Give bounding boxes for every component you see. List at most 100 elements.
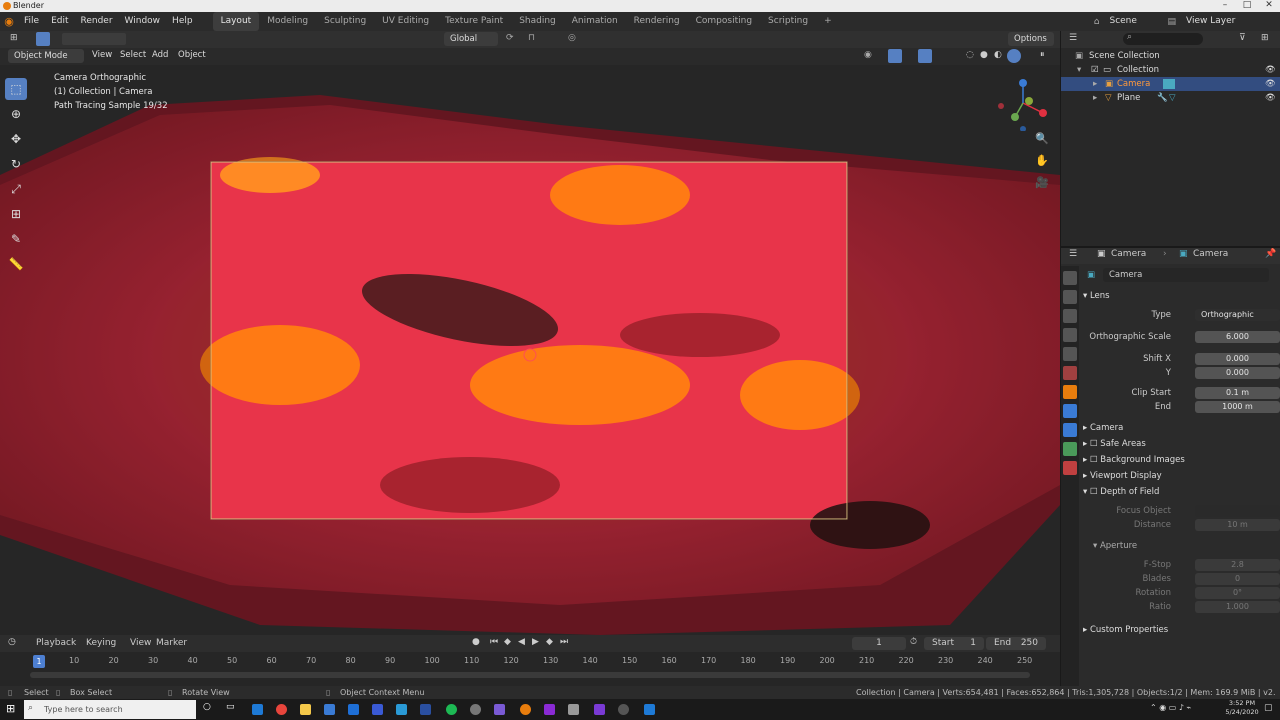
properties-editor-icon[interactable]: ☰ — [1069, 249, 1077, 259]
pin-icon[interactable]: 📌 — [1265, 249, 1276, 259]
material-shading-icon[interactable]: ◐ — [994, 50, 1002, 60]
pause-render-icon[interactable]: ⏸ — [1040, 50, 1045, 60]
view-layer-icon[interactable]: ▤ — [1167, 17, 1176, 27]
file-explorer-icon[interactable] — [300, 704, 311, 715]
menu-view[interactable]: View — [92, 50, 112, 60]
app-icon[interactable] — [594, 704, 605, 715]
tab-sculpting[interactable]: Sculpting — [316, 12, 374, 31]
solid-shading-icon[interactable]: ● — [980, 50, 988, 60]
tab-modeling[interactable]: Modeling — [259, 12, 316, 31]
current-frame-field[interactable]: 1 — [852, 637, 906, 650]
clip-end-field[interactable]: 1000 m — [1195, 401, 1280, 413]
edge-icon[interactable] — [252, 704, 263, 715]
outliner-row-scene-collection[interactable]: ▣ Scene Collection — [1061, 49, 1280, 63]
tab-rendering[interactable]: Rendering — [626, 12, 688, 31]
checkbox-icon[interactable]: ☐ — [1090, 439, 1100, 449]
object-data-tab-icon[interactable] — [1063, 442, 1077, 456]
rotation-field[interactable]: 0° — [1195, 587, 1280, 599]
menu-marker[interactable]: Marker — [156, 638, 187, 648]
blender-menu-icon[interactable]: ◉ — [0, 15, 18, 28]
play-icon[interactable]: ▶ — [532, 637, 539, 647]
store-icon[interactable] — [324, 704, 335, 715]
rotate-tool-icon[interactable]: ↻ — [5, 153, 27, 175]
cursor-tool-icon[interactable]: ⊕ — [5, 103, 27, 125]
view-layer-tab-icon[interactable] — [1063, 328, 1077, 342]
chrome-icon[interactable] — [276, 704, 287, 715]
eye-icon[interactable]: 👁 — [1265, 63, 1276, 77]
ortho-scale-field[interactable]: 6.000 — [1195, 331, 1280, 343]
gizmo-x-icon[interactable] — [1039, 109, 1047, 117]
expand-chevron-icon[interactable]: ▸ — [1093, 91, 1097, 105]
camera-section-header[interactable]: ▸ Camera — [1083, 420, 1279, 436]
scene-tab-icon[interactable] — [1063, 347, 1077, 361]
output-tab-icon[interactable] — [1063, 309, 1077, 323]
maximize-button[interactable]: □ — [1236, 0, 1258, 12]
playhead[interactable]: 1 — [33, 655, 45, 668]
datablock-row[interactable]: ▣ Camera — [1083, 268, 1279, 284]
jump-start-icon[interactable]: ⏮ — [490, 637, 498, 647]
select-box-tool-icon[interactable]: ⬚ — [5, 78, 27, 100]
next-keyframe-icon[interactable]: ◆ — [546, 637, 553, 647]
physics-tab-icon[interactable] — [1063, 423, 1077, 437]
eye-icon[interactable]: 👁 — [1265, 77, 1276, 91]
taskbar-search-input[interactable]: Type here to search — [24, 700, 196, 719]
fstop-field[interactable]: 2.8 — [1195, 559, 1280, 571]
menu-object[interactable]: Object — [178, 50, 206, 60]
tab-scripting[interactable]: Scripting — [760, 12, 816, 31]
expand-chevron-icon[interactable]: ▾ — [1077, 63, 1081, 77]
visibility-icon[interactable]: ◉ — [864, 50, 872, 60]
gizmo-neg-y-icon[interactable] — [1025, 97, 1033, 105]
move-tool-icon[interactable]: ✥ — [5, 128, 27, 150]
timeline-scrollbar[interactable] — [30, 672, 1030, 678]
gizmo-y-icon[interactable] — [1011, 113, 1019, 121]
aperture-section-header[interactable]: ▾ Aperture — [1083, 538, 1279, 554]
checkbox-icon[interactable]: ☐ — [1090, 487, 1100, 497]
tab-texture-paint[interactable]: Texture Paint — [437, 12, 511, 31]
measure-tool-icon[interactable]: 📏 — [5, 253, 27, 275]
transform-tool-icon[interactable]: ⊞ — [5, 203, 27, 225]
blades-field[interactable]: 0 — [1195, 573, 1280, 585]
focus-object-field[interactable] — [1195, 505, 1280, 517]
tab-animation[interactable]: Animation — [564, 12, 626, 31]
select-mode-group[interactable] — [62, 33, 126, 45]
app-icon[interactable] — [568, 704, 579, 715]
wireframe-shading-icon[interactable]: ◌ — [966, 50, 974, 60]
ratio-field[interactable]: 1.000 — [1195, 601, 1280, 613]
tab-uv-editing[interactable]: UV Editing — [374, 12, 437, 31]
outliner-row-collection[interactable]: ▾ ☑ ▭ Collection 👁 — [1061, 63, 1280, 77]
gizmo-neg-x-icon[interactable] — [998, 103, 1004, 109]
gizmo-z-icon[interactable] — [1019, 79, 1027, 87]
type-dropdown[interactable]: Orthographic — [1195, 309, 1280, 321]
tool-tab-icon[interactable] — [1063, 271, 1077, 285]
notification-icon[interactable]: ▢ — [1264, 703, 1273, 713]
menu-help[interactable]: Help — [166, 12, 199, 31]
checkbox-icon[interactable]: ☑ — [1091, 63, 1099, 77]
stopwatch-icon[interactable]: ⏱ — [910, 637, 917, 647]
expand-chevron-icon[interactable]: ▸ — [1093, 77, 1097, 91]
scene-icon[interactable]: ⌂ — [1094, 17, 1100, 27]
depth-of-field-section-header[interactable]: ▾ ☐ Depth of Field — [1083, 484, 1279, 500]
editor-type-icon[interactable]: ⊞ — [10, 33, 18, 43]
outliner-row-plane[interactable]: ▸ ▽ Plane 🔧 ▽ 👁 — [1061, 91, 1280, 105]
prev-keyframe-icon[interactable]: ◆ — [504, 637, 511, 647]
checkbox-icon[interactable]: ☐ — [1090, 455, 1100, 465]
pivot-point-icon[interactable]: ⟳ — [506, 33, 514, 43]
menu-file[interactable]: File — [18, 12, 45, 31]
menu-playback[interactable]: Playback — [36, 638, 76, 648]
add-workspace-button[interactable]: + — [816, 12, 840, 31]
outliner-search-input[interactable] — [1123, 33, 1203, 45]
transform-orientation-dropdown[interactable]: Global — [444, 32, 498, 46]
menu-edit[interactable]: Edit — [45, 12, 74, 31]
app-icon[interactable] — [544, 704, 555, 715]
app-icon[interactable] — [618, 704, 629, 715]
end-frame-field[interactable]: End 250 — [986, 637, 1046, 650]
gizmo-toggle-icon[interactable] — [888, 49, 902, 63]
mail-icon[interactable] — [348, 704, 359, 715]
blender-taskbar-icon[interactable] — [520, 704, 531, 715]
windows-start-icon[interactable]: ⊞ — [6, 702, 15, 715]
object-mode-dropdown[interactable]: Object Mode — [8, 49, 84, 63]
menu-timeline-view[interactable]: View — [130, 638, 151, 648]
annotate-tool-icon[interactable]: ✎ — [5, 228, 27, 250]
tray-icons[interactable]: ⌃ ◉ ▭ ♪ ⌁ — [1150, 703, 1191, 712]
view-layer-selector[interactable]: View Layer — [1180, 12, 1280, 31]
